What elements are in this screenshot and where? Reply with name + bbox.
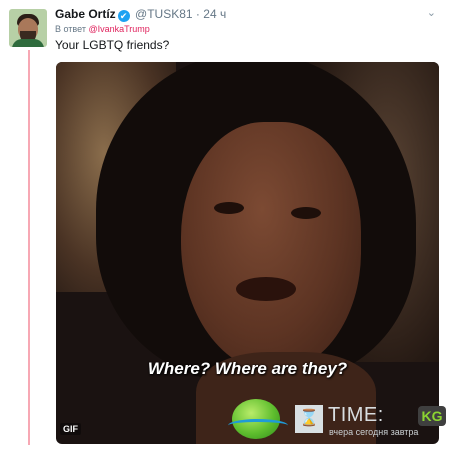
- watermark-logo: KG: [418, 406, 446, 426]
- avatar[interactable]: [9, 9, 47, 47]
- hourglass-icon: ⌛: [295, 405, 323, 433]
- watermark: ⌛ TIME: KG вчера сегодня завтра: [228, 393, 447, 445]
- swoosh-icon: [228, 419, 288, 432]
- reply-mention-link[interactable]: @IvankaTrump: [88, 24, 149, 34]
- timestamp-dot: ·: [195, 7, 200, 21]
- watermark-tagline: вчера сегодня завтра: [329, 427, 419, 437]
- author-name[interactable]: Gabe Ortíz: [55, 7, 116, 21]
- chevron-down-icon[interactable]: ⌄: [427, 6, 436, 19]
- media-face: [181, 122, 361, 372]
- tweet-text: Your LGBTQ friends?: [55, 38, 170, 52]
- verified-icon: ✔: [117, 10, 130, 22]
- author-handle[interactable]: @TUSK81: [135, 7, 193, 21]
- gif-caption: Where? Where are they?: [147, 359, 348, 378]
- watermark-brand: TIME:: [328, 404, 384, 426]
- media-eye-left: [214, 202, 244, 214]
- reply-context: В ответ @IvankaTrump: [55, 24, 150, 34]
- media-eye-right: [291, 207, 321, 219]
- gif-media[interactable]: Where? Where are they? GIF: [56, 62, 439, 444]
- thread-line: [28, 50, 30, 445]
- tweet: Gabe Ortíz ✔ @TUSK81 · 24 ч ⌄ В ответ @Iv…: [0, 0, 450, 450]
- timestamp[interactable]: 24 ч: [203, 7, 226, 21]
- media-mouth: [236, 277, 296, 301]
- gif-badge: GIF: [60, 423, 81, 435]
- reply-prefix: В ответ: [55, 24, 86, 34]
- tweet-header: Gabe Ortíz ✔ @TUSK81 · 24 ч: [55, 6, 226, 22]
